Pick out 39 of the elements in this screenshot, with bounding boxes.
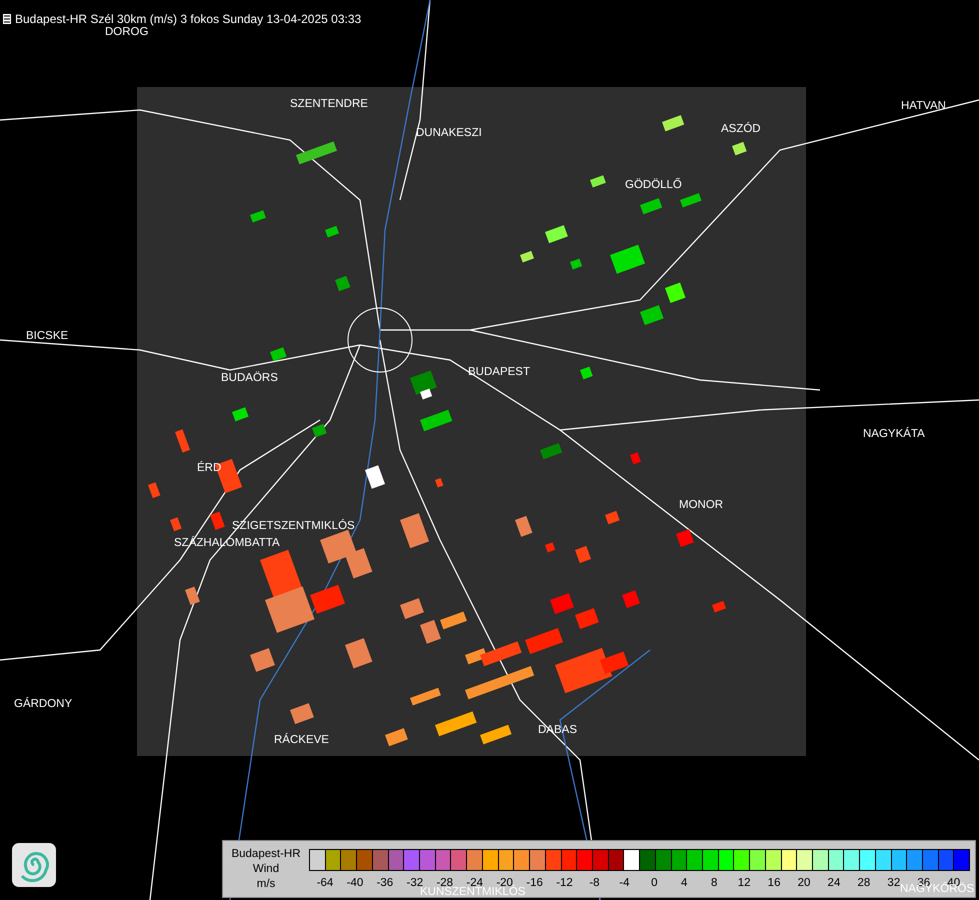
scale-tick-label: 4 — [681, 877, 688, 889]
place-label: BICSKE — [26, 330, 68, 343]
scale-tick-label: -32 — [406, 877, 424, 889]
legend-label: Budapest-HR — [231, 847, 301, 862]
scale-tick-label: -16 — [526, 877, 543, 889]
place-label: DUNAKESZI — [416, 127, 482, 140]
scale-tick-label: -24 — [466, 877, 483, 889]
scale-tick-label: 24 — [828, 877, 840, 889]
document-icon[interactable] — [2, 13, 12, 25]
scale-tick-label: -40 — [346, 877, 364, 889]
scale-tick-label: 32 — [887, 877, 900, 889]
map-title: Budapest-HR Szél 30km (m/s) 3 fokos Sunday 13-04-2025 03:33 — [15, 12, 362, 26]
scale-tick-label: -12 — [556, 877, 573, 889]
place-label: GÖDÖLLŐ — [625, 179, 682, 192]
scale-tick-label: 12 — [738, 877, 751, 889]
legend-label: m/s — [256, 877, 276, 892]
scale-tick-label: -64 — [316, 877, 334, 889]
scale-tick-label: 28 — [857, 877, 870, 889]
scale-tick-label: 8 — [710, 877, 718, 889]
scale-tick-label: -36 — [376, 877, 394, 889]
place-label: BUDAÖRS — [221, 372, 278, 385]
place-label: GÁRDONY — [14, 698, 72, 711]
place-label: MONOR — [679, 499, 724, 512]
scale-tick-label: 0 — [651, 877, 658, 889]
swirl-logo-icon[interactable] — [12, 843, 56, 887]
scale-tick-label: 20 — [798, 877, 810, 889]
place-label: KUNSZENTMIKLÓS — [420, 886, 526, 899]
legend-label: Wind — [252, 862, 280, 877]
scale-tick-label: 16 — [768, 877, 780, 889]
place-label: HATVAN — [901, 100, 946, 113]
scale-tick-label: -4 — [619, 877, 630, 889]
place-label: BUDAPEST — [468, 366, 530, 379]
place-label: SZENTENDRE — [290, 98, 368, 111]
place-label: RÁCKEVE — [274, 734, 329, 747]
place-label: DOROG — [105, 26, 148, 39]
place-label: ASZÓD — [721, 123, 761, 136]
scale-tick-label: -8 — [589, 877, 600, 889]
place-label: NAGYKÁTA — [863, 428, 925, 441]
scale-tick-label: -20 — [496, 877, 513, 889]
